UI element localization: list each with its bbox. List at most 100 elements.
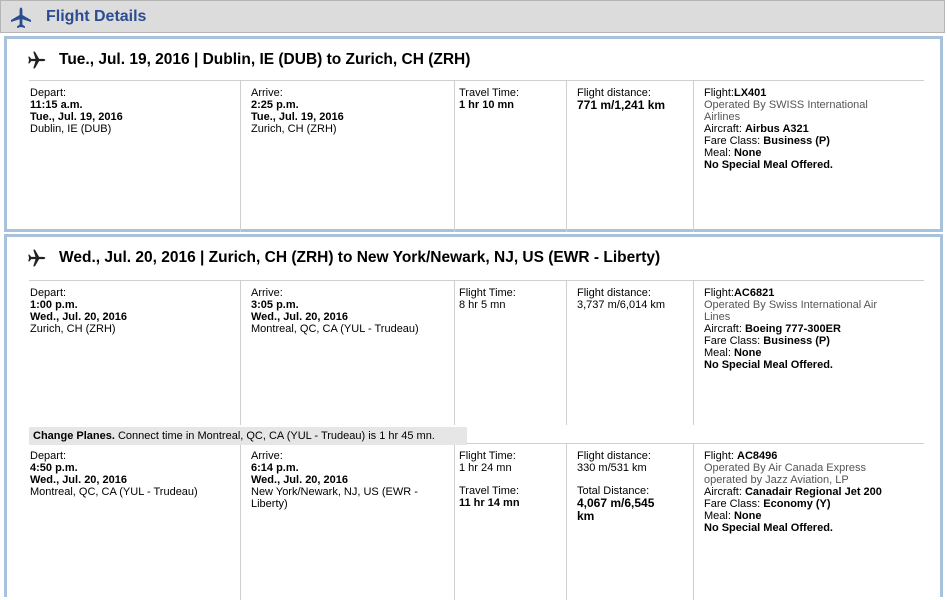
special-meal-note: No Special Meal Offered. bbox=[704, 522, 833, 534]
fare-class-row: Fare Class: Economy (Y) bbox=[704, 498, 882, 510]
arrive-airport: New York/Newark, NJ, US (EWR - bbox=[251, 486, 418, 498]
segment-2-title: Wed., Jul. 20, 2016 | Zurich, CH (ZRH) t… bbox=[59, 249, 661, 266]
total-distance-unit: km bbox=[577, 509, 595, 523]
change-planes-notice: Change Planes. Connect time in Montreal,… bbox=[29, 427, 467, 445]
divider bbox=[240, 80, 241, 232]
operated-by: Operated By Swiss International Air bbox=[704, 299, 878, 311]
segment-1-panel: Tue., Jul. 19, 2016 | Dublin, IE (DUB) t… bbox=[4, 36, 943, 232]
divider bbox=[566, 280, 567, 425]
page-title: Flight Details bbox=[46, 8, 147, 25]
flight-label: Flight: bbox=[704, 450, 738, 462]
depart-label: Depart: bbox=[30, 87, 67, 99]
meal-row: Meal: None bbox=[704, 510, 882, 522]
depart-date: Tue., Jul. 19, 2016 bbox=[30, 111, 123, 123]
airplane-icon bbox=[28, 249, 46, 267]
divider bbox=[454, 445, 455, 600]
distance-label: Flight distance: bbox=[577, 287, 651, 299]
flight-time-info: Flight Time: 1 hr 24 mn Travel Time: 11 … bbox=[459, 450, 520, 509]
flight-number: LX401 bbox=[733, 87, 767, 99]
divider bbox=[693, 443, 694, 600]
arrive-airport: Zurich, CH (ZRH) bbox=[251, 123, 337, 135]
flight-label: Flight: bbox=[704, 287, 734, 299]
aircraft-label: Aircraft: bbox=[704, 486, 745, 498]
divider bbox=[454, 80, 455, 232]
arrive-info: Arrive: 6:14 p.m. Wed., Jul. 20, 2016 Ne… bbox=[251, 450, 418, 510]
flight-info: Flight:AC6821 Operated By Swiss Internat… bbox=[704, 287, 877, 371]
depart-airport: Zurich, CH (ZRH) bbox=[30, 323, 116, 335]
flight-label: Flight: bbox=[704, 87, 734, 99]
meal-value: None bbox=[733, 510, 762, 522]
depart-airport: Montreal, QC, CA (YUL - Trudeau) bbox=[30, 486, 198, 498]
fare-class-row: Fare Class: Business (P) bbox=[704, 135, 868, 147]
arrive-info: Arrive: 3:05 p.m. Wed., Jul. 20, 2016 Mo… bbox=[251, 287, 419, 335]
fare-class-value: Economy (Y) bbox=[763, 498, 831, 510]
meal-label: Meal: bbox=[704, 510, 734, 522]
meal-value: None bbox=[733, 147, 762, 159]
meal-label: Meal: bbox=[704, 147, 734, 159]
flight-details-header: Flight Details bbox=[0, 0, 945, 33]
meal-row: Meal: None bbox=[704, 347, 877, 359]
depart-date: Wed., Jul. 20, 2016 bbox=[30, 311, 128, 323]
arrive-date: Wed., Jul. 20, 2016 bbox=[251, 474, 349, 486]
fare-class-value: Business (P) bbox=[763, 135, 830, 147]
distance-info: Flight distance: 330 m/531 km Total Dist… bbox=[577, 450, 654, 523]
fare-class-label: Fare Class: bbox=[704, 335, 764, 347]
special-meal-note: No Special Meal Offered. bbox=[704, 159, 833, 171]
fare-class-value: Business (P) bbox=[763, 335, 830, 347]
operated-by-cont: Airlines bbox=[704, 111, 741, 123]
arrive-label: Arrive: bbox=[251, 287, 283, 299]
depart-time: 4:50 p.m. bbox=[30, 462, 78, 474]
travel-time-value: 1 hr 10 mn bbox=[459, 99, 515, 111]
arrive-label: Arrive: bbox=[251, 87, 283, 99]
divider bbox=[466, 443, 924, 444]
arrive-date: Tue., Jul. 19, 2016 bbox=[251, 111, 344, 123]
depart-info: Depart: 1:00 p.m. Wed., Jul. 20, 2016 Zu… bbox=[30, 287, 127, 335]
arrive-label: Arrive: bbox=[251, 450, 283, 462]
fare-class-label: Fare Class: bbox=[704, 135, 764, 147]
aircraft-label: Aircraft: bbox=[704, 323, 745, 335]
distance-info: Flight distance: 3,737 m/6,014 km bbox=[577, 287, 665, 311]
divider bbox=[566, 80, 567, 232]
special-meal-note: No Special Meal Offered. bbox=[704, 359, 833, 371]
depart-label: Depart: bbox=[30, 450, 67, 462]
aircraft-row: Aircraft: Boeing 777-300ER bbox=[704, 323, 877, 335]
aircraft-row: Aircraft: Airbus A321 bbox=[704, 123, 868, 135]
segment-1-title: Tue., Jul. 19, 2016 | Dublin, IE (DUB) t… bbox=[59, 51, 471, 68]
divider bbox=[29, 280, 924, 281]
arrive-airport-cont: Liberty) bbox=[251, 498, 288, 510]
aircraft-value: Canadair Regional Jet 200 bbox=[744, 486, 882, 498]
travel-time-label: Travel Time: bbox=[459, 87, 520, 99]
travel-time-value: 11 hr 14 mn bbox=[459, 497, 520, 509]
arrive-date: Wed., Jul. 20, 2016 bbox=[251, 311, 349, 323]
flight-number-row: Flight: AC8496 bbox=[704, 450, 882, 462]
flight-time-label: Flight Time: bbox=[459, 287, 516, 299]
travel-time-label: Travel Time: bbox=[459, 485, 520, 497]
divider bbox=[240, 280, 241, 425]
flight-number: AC8496 bbox=[737, 450, 778, 462]
depart-info: Depart: 4:50 p.m. Wed., Jul. 20, 2016 Mo… bbox=[30, 450, 198, 498]
depart-date: Wed., Jul. 20, 2016 bbox=[30, 474, 128, 486]
divider bbox=[693, 80, 694, 232]
operated-by: Operated By Air Canada Express bbox=[704, 462, 867, 474]
aircraft-value: Airbus A321 bbox=[744, 123, 809, 135]
distance-label: Flight distance: bbox=[577, 450, 651, 462]
meal-label: Meal: bbox=[704, 347, 734, 359]
flight-info: Flight: AC8496 Operated By Air Canada Ex… bbox=[704, 450, 882, 534]
arrive-airport: Montreal, QC, CA (YUL - Trudeau) bbox=[251, 323, 419, 335]
connect-time-text: Connect time in Montreal, QC, CA (YUL - … bbox=[114, 430, 435, 442]
operated-by-cont: Lines bbox=[704, 311, 731, 323]
aircraft-label: Aircraft: bbox=[704, 123, 745, 135]
divider bbox=[454, 280, 455, 425]
segment-2-panel: Wed., Jul. 20, 2016 | Zurich, CH (ZRH) t… bbox=[4, 234, 943, 600]
flight-time-value: 8 hr 5 mn bbox=[459, 299, 506, 311]
flight-time-label: Flight Time: bbox=[459, 450, 516, 462]
distance-info: Flight distance: 771 m/1,241 km bbox=[577, 87, 665, 111]
distance-value: 3,737 m/6,014 km bbox=[577, 299, 666, 311]
operated-by: Operated By SWISS International bbox=[704, 99, 868, 111]
divider bbox=[29, 80, 924, 81]
depart-info: Depart: 11:15 a.m. Tue., Jul. 19, 2016 D… bbox=[30, 87, 123, 135]
fare-class-label: Fare Class: bbox=[704, 498, 764, 510]
distance-value: 330 m/531 km bbox=[577, 462, 647, 474]
meal-value: None bbox=[733, 347, 762, 359]
divider bbox=[240, 445, 241, 600]
